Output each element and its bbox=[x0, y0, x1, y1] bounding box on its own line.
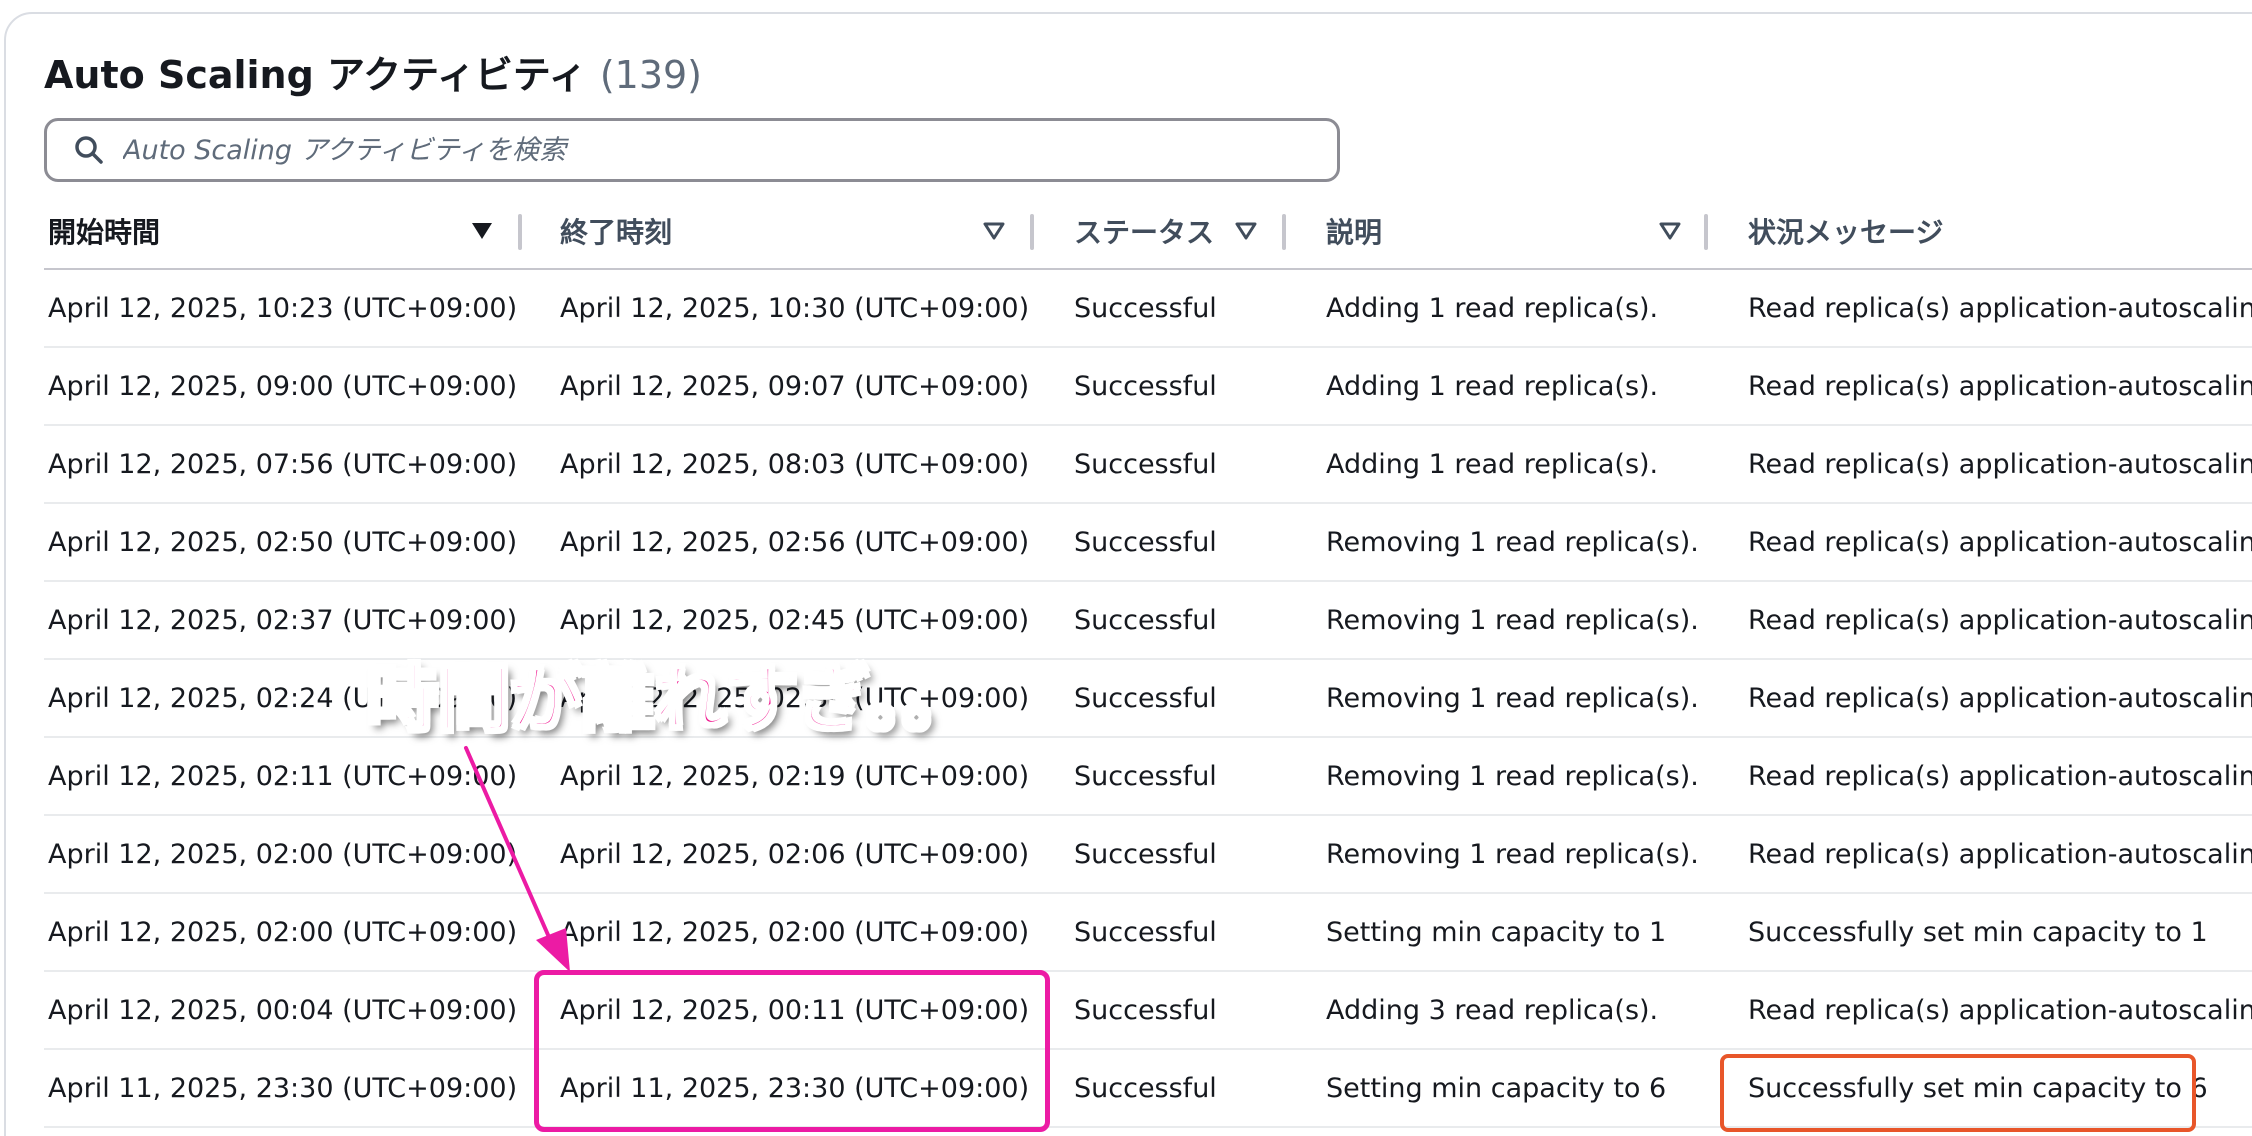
column-header-description[interactable]: 説明 bbox=[1326, 192, 1382, 270]
start-time-cell: April 12, 2025, 02:00 (UTC+09:00) bbox=[48, 916, 518, 948]
column-label: 状況メッセージ bbox=[1748, 216, 1944, 249]
table-row[interactable]: April 12, 2025, 07:56 (UTC+09:00) April … bbox=[44, 426, 2252, 504]
column-header-status[interactable]: ステータス bbox=[1074, 192, 1214, 270]
table-row[interactable]: April 12, 2025, 02:00 (UTC+09:00) April … bbox=[44, 816, 2252, 894]
description-cell: Adding 1 read replica(s). bbox=[1326, 292, 1659, 324]
status-cell: Successful bbox=[1074, 526, 1217, 558]
status-message-cell: Read replica(s) application-autoscaling-… bbox=[1748, 994, 2252, 1026]
status-cell: Successful bbox=[1074, 370, 1217, 402]
column-label: 説明 bbox=[1326, 216, 1383, 249]
end-time-cell: April 12, 2025, 02:19 (UTC+09:00) bbox=[560, 760, 1030, 792]
table-row[interactable]: April 12, 2025, 02:50 (UTC+09:00) April … bbox=[44, 504, 2252, 582]
status-cell: Successful bbox=[1074, 448, 1217, 480]
column-header-start-time[interactable]: 開始時間 bbox=[48, 192, 160, 270]
end-time-cell: April 12, 2025, 09:07 (UTC+09:00) bbox=[560, 370, 1030, 402]
column-resizer[interactable] bbox=[518, 214, 522, 250]
status-message-cell: Read replica(s) application-autoscaling-… bbox=[1748, 526, 2252, 558]
end-time-cell: April 12, 2025, 08:03 (UTC+09:00) bbox=[560, 448, 1030, 480]
description-cell: Removing 1 read replica(s). bbox=[1326, 526, 1699, 558]
status-message-cell: Read replica(s) application-autoscaling-… bbox=[1748, 370, 2252, 402]
column-label: ステータス bbox=[1074, 216, 1215, 249]
column-resizer[interactable] bbox=[1282, 214, 1286, 250]
start-time-cell: April 12, 2025, 02:50 (UTC+09:00) bbox=[48, 526, 518, 558]
start-time-cell: April 11, 2025, 23:30 (UTC+09:00) bbox=[48, 1072, 518, 1104]
sort-icon[interactable] bbox=[1234, 220, 1258, 242]
start-time-cell: April 12, 2025, 09:00 (UTC+09:00) bbox=[48, 370, 518, 402]
highlight-box-min-capacity-message bbox=[1720, 1054, 2196, 1132]
description-cell: Removing 1 read replica(s). bbox=[1326, 838, 1699, 870]
status-message-cell: Read replica(s) application-autoscaling-… bbox=[1748, 760, 2252, 792]
status-message-cell: Read replica(s) application-autoscaling-… bbox=[1748, 682, 2252, 714]
search-icon bbox=[69, 130, 109, 170]
status-cell: Successful bbox=[1074, 1072, 1217, 1104]
end-time-cell: April 12, 2025, 10:30 (UTC+09:00) bbox=[560, 292, 1030, 324]
sort-icon[interactable] bbox=[982, 220, 1006, 242]
status-message-cell: Read replica(s) application-autoscaling-… bbox=[1748, 292, 2252, 324]
start-time-cell: April 12, 2025, 10:23 (UTC+09:00) bbox=[48, 292, 518, 324]
start-time-cell: April 12, 2025, 02:11 (UTC+09:00) bbox=[48, 760, 518, 792]
status-cell: Successful bbox=[1074, 760, 1217, 792]
status-cell: Successful bbox=[1074, 682, 1217, 714]
end-time-cell: April 12, 2025, 02:56 (UTC+09:00) bbox=[560, 526, 1030, 558]
description-cell: Setting min capacity to 6 bbox=[1326, 1072, 1667, 1104]
search-input[interactable] bbox=[123, 134, 1337, 166]
status-cell: Successful bbox=[1074, 994, 1217, 1026]
status-cell: Successful bbox=[1074, 916, 1217, 948]
highlight-box-end-times bbox=[534, 970, 1050, 1132]
column-header-status-message[interactable]: 状況メッセージ bbox=[1748, 192, 1943, 270]
status-message-cell: Read replica(s) application-autoscaling-… bbox=[1748, 604, 2252, 636]
status-cell: Successful bbox=[1074, 838, 1217, 870]
end-time-cell: April 12, 2025, 02:00 (UTC+09:00) bbox=[560, 916, 1030, 948]
column-label: 開始時間 bbox=[48, 216, 161, 249]
description-cell: Setting min capacity to 1 bbox=[1326, 916, 1667, 948]
description-cell: Removing 1 read replica(s). bbox=[1326, 604, 1699, 636]
description-cell: Adding 1 read replica(s). bbox=[1326, 448, 1659, 480]
column-label: 終了時刻 bbox=[560, 216, 673, 249]
activity-count: (139) bbox=[599, 53, 702, 97]
start-time-cell: April 12, 2025, 00:04 (UTC+09:00) bbox=[48, 994, 518, 1026]
status-cell: Successful bbox=[1074, 292, 1217, 324]
table-row[interactable]: April 12, 2025, 09:00 (UTC+09:00) April … bbox=[44, 348, 2252, 426]
sort-descending-icon[interactable] bbox=[470, 220, 494, 242]
status-message-cell: Successfully set min capacity to 1 bbox=[1748, 916, 2208, 948]
table-row[interactable]: April 12, 2025, 02:11 (UTC+09:00) April … bbox=[44, 738, 2252, 816]
table-row[interactable]: April 12, 2025, 10:23 (UTC+09:00) April … bbox=[44, 270, 2252, 348]
column-header-end-time[interactable]: 終了時刻 bbox=[560, 192, 672, 270]
description-cell: Removing 1 read replica(s). bbox=[1326, 682, 1699, 714]
table-row[interactable]: April 12, 2025, 02:00 (UTC+09:00) April … bbox=[44, 894, 2252, 972]
status-message-cell: Read replica(s) application-autoscaling-… bbox=[1748, 448, 2252, 480]
title-text: Auto Scaling アクティビティ bbox=[44, 53, 587, 97]
end-time-cell: April 12, 2025, 02:06 (UTC+09:00) bbox=[560, 838, 1030, 870]
status-message-cell: Read replica(s) application-autoscaling-… bbox=[1748, 838, 2252, 870]
column-resizer[interactable] bbox=[1704, 214, 1708, 250]
search-field[interactable] bbox=[44, 118, 1340, 182]
page-title: Auto Scaling アクティビティ (139) bbox=[44, 44, 702, 99]
description-cell: Adding 3 read replica(s). bbox=[1326, 994, 1659, 1026]
sort-icon[interactable] bbox=[1658, 220, 1682, 242]
status-cell: Successful bbox=[1074, 604, 1217, 636]
table-header: 開始時間 終了時刻 ステータス 説明 状況メッセージ bbox=[44, 192, 2252, 270]
table-row[interactable]: April 12, 2025, 00:04 (UTC+09:00) April … bbox=[44, 972, 2252, 1050]
column-resizer[interactable] bbox=[1030, 214, 1034, 250]
annotation-callout: 時間が離れすぎ。。 bbox=[364, 656, 975, 743]
start-time-cell: April 12, 2025, 02:00 (UTC+09:00) bbox=[48, 838, 518, 870]
start-time-cell: April 12, 2025, 07:56 (UTC+09:00) bbox=[48, 448, 518, 480]
description-cell: Removing 1 read replica(s). bbox=[1326, 760, 1699, 792]
description-cell: Adding 1 read replica(s). bbox=[1326, 370, 1659, 402]
